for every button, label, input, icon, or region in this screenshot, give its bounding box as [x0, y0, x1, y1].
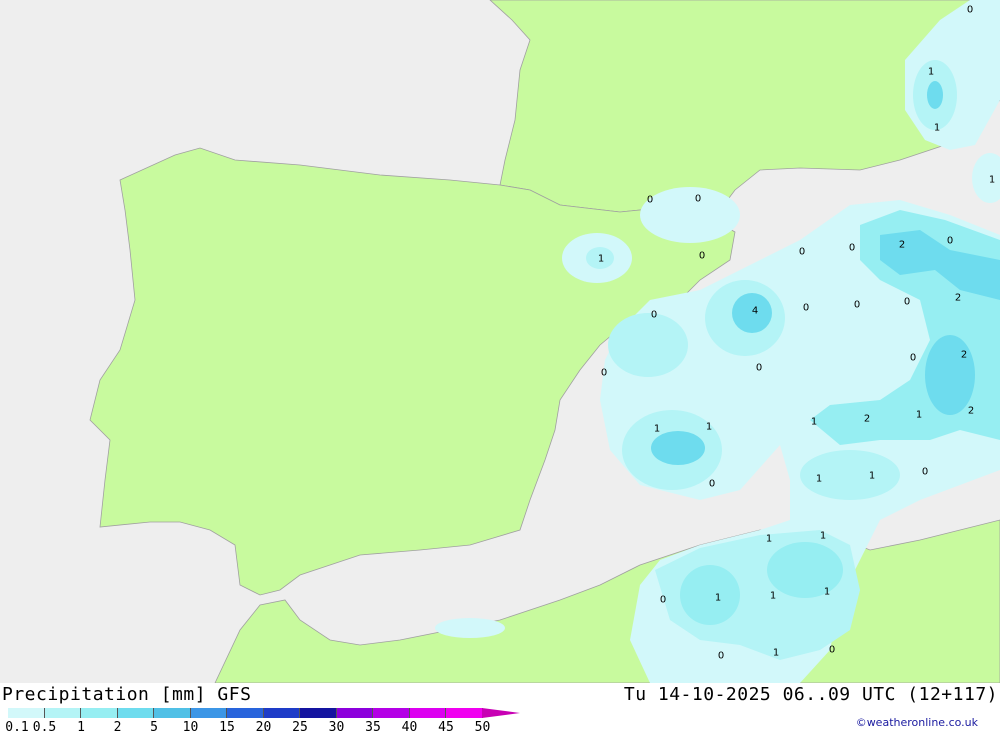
label-0-pyr1: 0 [647, 195, 653, 206]
label-0-pyr2: 0 [695, 194, 701, 205]
label-2-s1: 2 [864, 414, 870, 425]
label-0-af3: 0 [829, 645, 835, 656]
credit-link[interactable]: ©weatheronline.co.uk [856, 716, 978, 729]
label-0-m6: 0 [904, 297, 910, 308]
label-0-val: 0 [651, 310, 657, 321]
label-0-m2: 0 [849, 243, 855, 254]
valid-time: Tu 14-10-2025 06..09 UTC (12+117) [623, 684, 998, 705]
label-0-m5: 0 [854, 300, 860, 311]
label-1-s4: 1 [869, 471, 875, 482]
label-1-ebro: 1 [598, 254, 604, 265]
label-2-m3: 2 [961, 350, 967, 361]
label-0-af2: 0 [718, 651, 724, 662]
color-legend [8, 708, 483, 718]
label-2-s2: 2 [968, 406, 974, 417]
label-0-sw: 0 [709, 479, 715, 490]
label-1-af6: 1 [773, 648, 779, 659]
label-0-m7: 0 [910, 353, 916, 364]
map-title: Precipitation [mm] GFS [2, 684, 252, 705]
legend-swatch-5 [190, 708, 227, 718]
label-0-m1: 0 [799, 247, 805, 258]
label-1-sw2: 1 [706, 422, 712, 433]
label-0-af1: 0 [660, 595, 666, 606]
label-2-m2: 2 [955, 293, 961, 304]
label-0-ne: 0 [967, 5, 973, 16]
precipitation-map[interactable]: 0 1 1 1 0 0 1 0 0 0 2 0 4 0 0 0 2 0 0 0 … [0, 0, 1000, 683]
label-1-af4: 1 [770, 591, 776, 602]
label-4-bal: 4 [752, 306, 758, 317]
legend-swatch-2 [81, 708, 118, 718]
legend-swatch-7 [263, 708, 300, 718]
label-0-cat: 0 [699, 251, 705, 262]
label-1-s2: 1 [916, 410, 922, 421]
label-2-m1: 2 [899, 240, 905, 251]
legend-swatch-10 [373, 708, 410, 718]
label-1-af1: 1 [766, 534, 772, 545]
label-0-m4: 0 [803, 303, 809, 314]
label-0-maj: 0 [756, 363, 762, 374]
legend-arrow [482, 708, 520, 718]
label-0-val2: 0 [601, 368, 607, 379]
label-1-n2: 1 [934, 123, 940, 134]
legend-swatch-9 [336, 708, 373, 718]
legend-swatch-4 [154, 708, 191, 718]
legend-swatch-8 [300, 708, 337, 718]
label-1-af5: 1 [824, 587, 830, 598]
label-1-af2: 1 [820, 531, 826, 542]
label-1-af3: 1 [715, 593, 721, 604]
label-0-m3: 0 [947, 236, 953, 247]
label-0-s: 0 [922, 467, 928, 478]
legend-swatch-3 [117, 708, 154, 718]
legend-swatch-12 [446, 708, 483, 718]
label-1-e: 1 [989, 175, 995, 186]
label-1-n1: 1 [928, 67, 934, 78]
label-1-sw1: 1 [654, 424, 660, 435]
label-1-s1: 1 [811, 417, 817, 428]
legend-swatch-11 [409, 708, 446, 718]
legend-swatch-6 [227, 708, 264, 718]
label-1-s3: 1 [816, 474, 822, 485]
legend-swatch-1 [44, 708, 81, 718]
legend-swatch-0 [8, 708, 45, 718]
